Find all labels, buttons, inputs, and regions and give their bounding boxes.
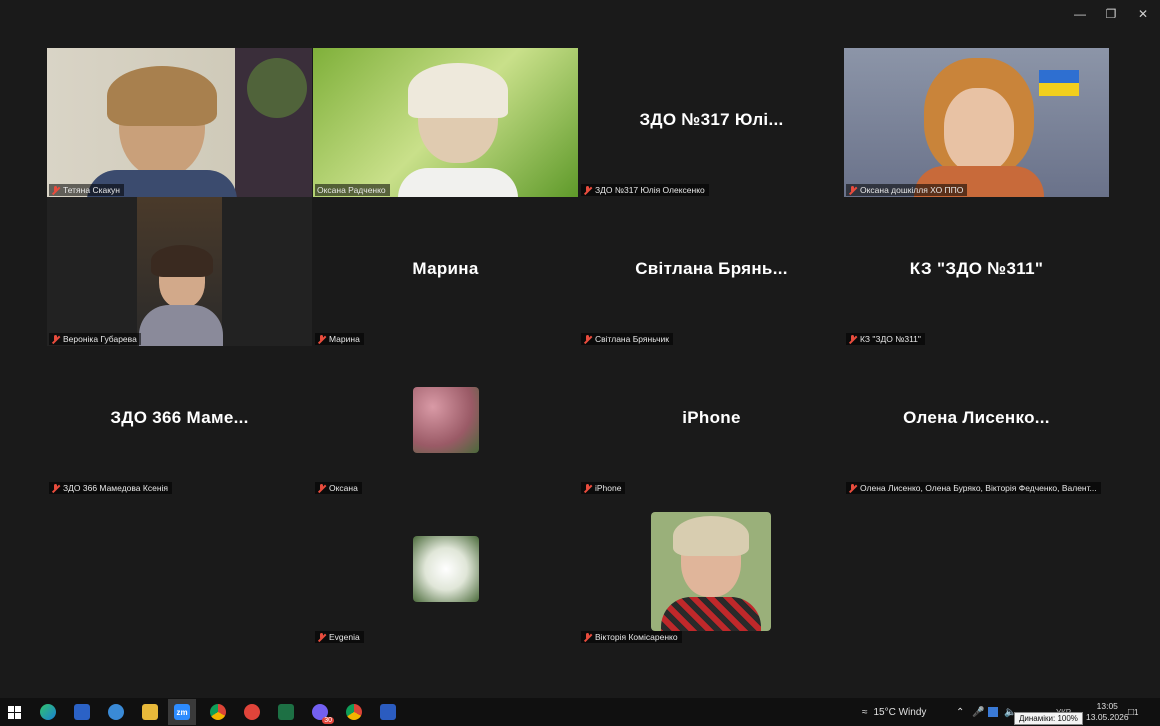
muted-mic-icon xyxy=(317,334,326,344)
participant-tile[interactable]: Олена Лисенко... Олена Лисенко, Олена Бу… xyxy=(844,346,1109,495)
windows-start-icon[interactable] xyxy=(0,701,28,723)
participant-name: КЗ "ЗДО №311" xyxy=(846,333,925,345)
excel-icon[interactable] xyxy=(272,701,300,723)
weather-widget[interactable]: ≈ 15°C Windy xyxy=(862,698,926,726)
viber-badge: 30 xyxy=(322,717,334,724)
muted-mic-icon xyxy=(583,334,592,344)
app-icon[interactable] xyxy=(238,701,266,723)
microphone-icon[interactable]: 🎤 xyxy=(972,698,984,726)
wind-icon: ≈ xyxy=(862,706,868,718)
participant-tile[interactable]: Вікторія Комісаренко xyxy=(579,495,844,644)
participant-tile[interactable]: Світлана Брянь... Світлана Бряньчик xyxy=(579,197,844,346)
participant-name: Марина xyxy=(315,333,364,345)
minimize-icon[interactable]: — xyxy=(1067,4,1093,24)
avatar xyxy=(651,512,771,631)
muted-mic-icon xyxy=(848,334,857,344)
participant-tile[interactable]: Марина Марина xyxy=(313,197,578,346)
participant-name: Оксана Радченко xyxy=(315,184,390,196)
browser-icon[interactable] xyxy=(102,701,130,723)
close-icon[interactable]: ✕ xyxy=(1130,4,1156,24)
participant-tile-active-speaker[interactable]: Оксана Радченко xyxy=(313,48,578,197)
muted-mic-icon xyxy=(583,483,592,493)
save-icon[interactable] xyxy=(68,701,96,723)
taskbar: zm 30 ≈ 15°C Windy ⌃ 🎤 🔈 УКР 13:05 13.05… xyxy=(0,698,1160,726)
participant-display-name: Марина xyxy=(412,259,479,278)
chrome-profile-icon[interactable] xyxy=(340,701,368,723)
file-explorer-icon[interactable] xyxy=(136,701,164,723)
participant-display-name: ЗДО №317 Юлі... xyxy=(639,110,784,129)
avatar xyxy=(413,536,479,602)
participant-tile[interactable]: iPhone iPhone xyxy=(579,346,844,495)
volume-tooltip: Динаміки: 100% xyxy=(1014,712,1083,725)
security-icon[interactable] xyxy=(988,698,998,726)
muted-mic-icon xyxy=(848,483,857,493)
muted-mic-icon xyxy=(848,185,857,195)
participant-tile[interactable]: КЗ "ЗДО №311" КЗ "ЗДО №311" xyxy=(844,197,1109,346)
muted-mic-icon xyxy=(317,483,326,493)
muted-mic-icon xyxy=(51,334,60,344)
participant-name: Тетяна Скакун xyxy=(49,184,124,196)
avatar xyxy=(413,387,479,453)
participant-display-name: Світлана Брянь... xyxy=(635,259,788,278)
chrome-icon[interactable] xyxy=(204,701,232,723)
word-icon[interactable] xyxy=(374,701,402,723)
participant-name: Оксана дошкілля ХО ППО xyxy=(846,184,968,196)
participant-name: ЗДО 366 Мамедова Ксенія xyxy=(49,482,173,494)
tray-chevron-icon[interactable]: ⌃ xyxy=(956,698,964,726)
participant-display-name: КЗ "ЗДО №311" xyxy=(909,259,1044,278)
participant-tile[interactable]: Оксана дошкілля ХО ППО xyxy=(844,48,1109,197)
participant-display-name: Олена Лисенко... xyxy=(903,408,1050,427)
participant-display-name: ЗДО 366 Маме... xyxy=(110,408,249,427)
muted-mic-icon xyxy=(51,185,60,195)
participant-tile[interactable]: Вероніка Губарева xyxy=(47,197,312,346)
participant-name: iPhone xyxy=(581,482,626,494)
participant-tile[interactable]: ЗДО №317 Юлі... ЗДО №317 Юлія Олексенко xyxy=(579,48,844,197)
title-bar: — ❐ ✕ xyxy=(0,0,1160,28)
muted-mic-icon xyxy=(51,483,60,493)
viber-icon[interactable]: 30 xyxy=(306,701,334,724)
clock[interactable]: 13:05 13.05.2026 xyxy=(1086,698,1129,726)
participant-tile[interactable]: Оксана xyxy=(313,346,578,495)
participant-name: Evgenia xyxy=(315,631,364,643)
notifications-icon[interactable]: □ 1 xyxy=(1128,698,1139,726)
participant-name: Оксана xyxy=(315,482,362,494)
muted-mic-icon xyxy=(317,632,326,642)
restore-icon[interactable]: ❐ xyxy=(1098,4,1124,24)
participant-tile[interactable]: Тетяна Скакун xyxy=(47,48,312,197)
muted-mic-icon xyxy=(583,185,592,195)
participant-tile[interactable]: ЗДО 366 Маме... ЗДО 366 Мамедова Ксенія xyxy=(47,346,312,495)
participant-name: Світлана Бряньчик xyxy=(581,333,673,345)
participant-tile[interactable]: Evgenia xyxy=(313,495,578,644)
muted-mic-icon xyxy=(583,632,592,642)
participant-name: Вікторія Комісаренко xyxy=(581,631,682,643)
participant-name: Олена Лисенко, Олена Буряко, Вікторія Фе… xyxy=(846,482,1101,494)
participant-name: Вероніка Губарева xyxy=(49,333,141,345)
participant-name: ЗДО №317 Юлія Олексенко xyxy=(581,184,709,196)
edge-icon[interactable] xyxy=(34,701,62,723)
zoom-icon[interactable]: zm xyxy=(168,699,196,725)
participant-display-name: iPhone xyxy=(682,408,741,427)
